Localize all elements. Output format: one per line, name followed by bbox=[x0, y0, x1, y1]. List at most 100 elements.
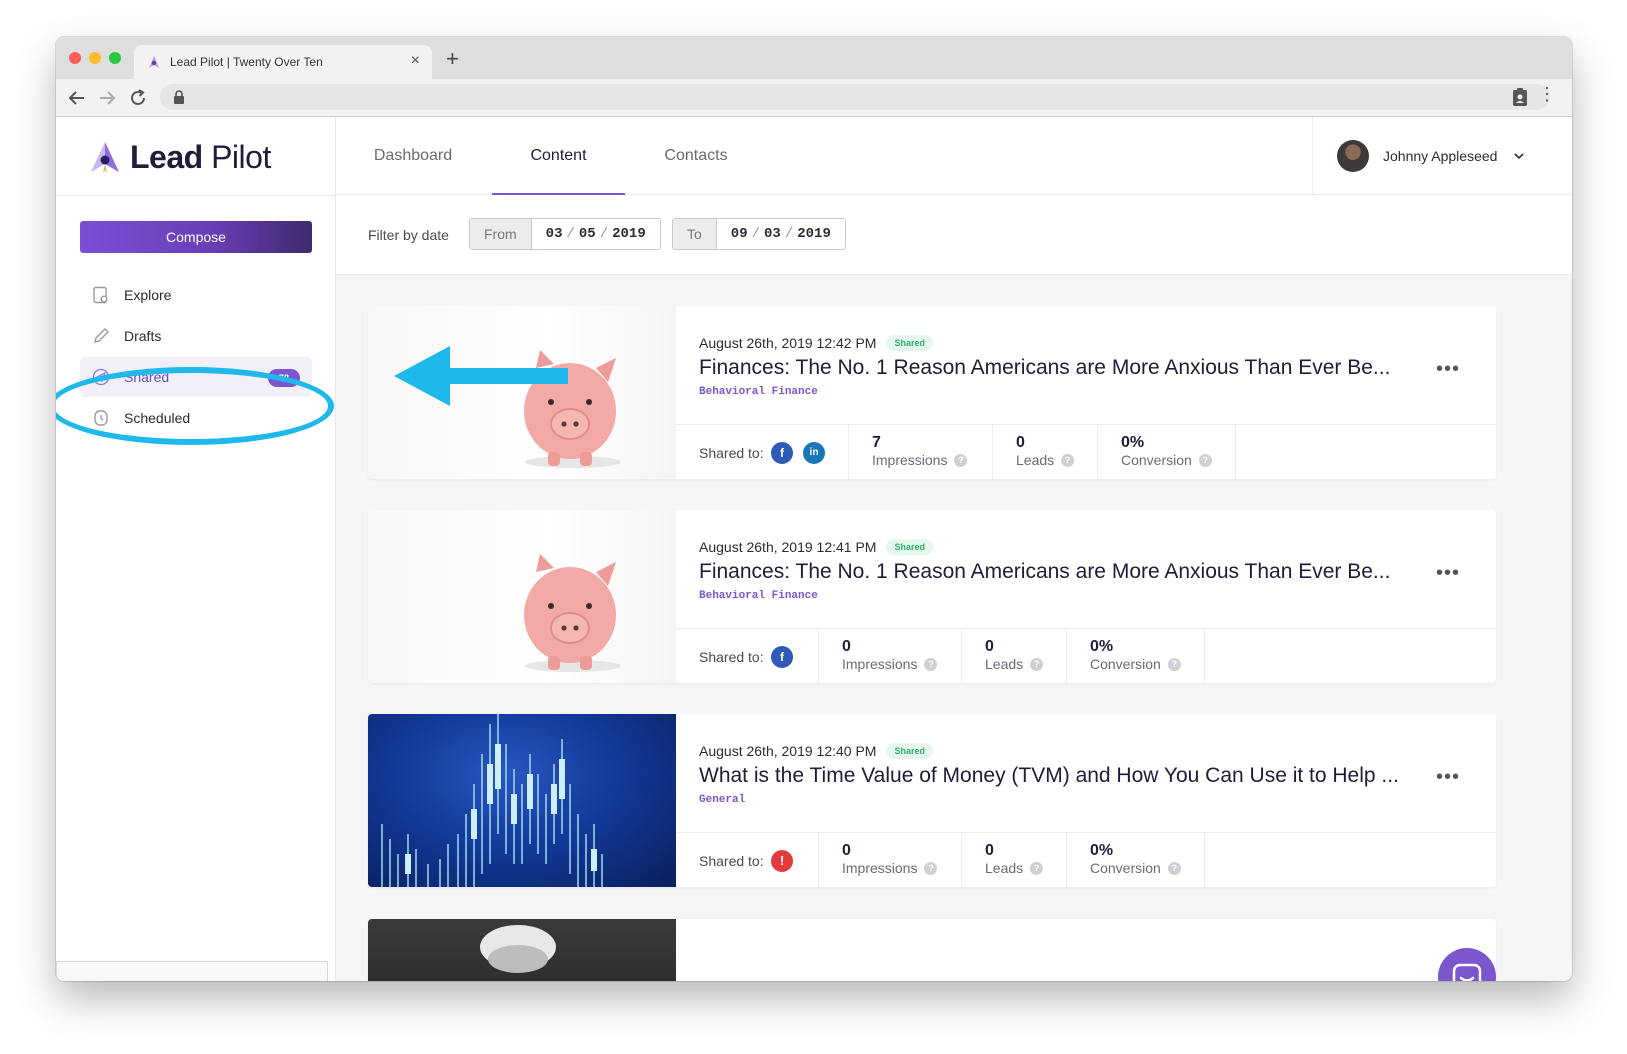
top-navigation: Dashboard Content Contacts Johnny Apples… bbox=[336, 117, 1572, 195]
send-icon bbox=[92, 368, 110, 386]
zoom-window-button[interactable] bbox=[109, 52, 121, 64]
arrow-annotation-icon bbox=[394, 346, 568, 406]
shared-to-label: Shared to: bbox=[699, 445, 764, 461]
impressions-stat: 0 Impressions? bbox=[818, 833, 938, 887]
post-card[interactable]: August 26th, 2019 12:42 PM Shared Financ… bbox=[368, 306, 1496, 479]
reload-icon[interactable] bbox=[129, 89, 147, 107]
lock-icon bbox=[174, 90, 184, 104]
minimize-window-button[interactable] bbox=[89, 52, 101, 64]
help-icon[interactable]: ? bbox=[1167, 657, 1181, 671]
post-thumbnail[interactable] bbox=[368, 306, 676, 479]
linkedin-icon[interactable]: in bbox=[803, 442, 825, 464]
conversion-value: 0% bbox=[1121, 434, 1145, 451]
help-icon[interactable]: ? bbox=[1030, 657, 1044, 671]
chat-icon bbox=[1452, 963, 1482, 981]
help-icon[interactable]: ? bbox=[1198, 453, 1212, 467]
error-icon[interactable]: ! bbox=[771, 850, 793, 872]
post-thumbnail[interactable] bbox=[368, 714, 676, 887]
help-icon[interactable]: ? bbox=[1061, 453, 1075, 467]
explore-icon bbox=[93, 286, 108, 304]
facebook-icon[interactable]: f bbox=[771, 442, 793, 464]
leads-stat: 0 Leads? bbox=[992, 425, 1075, 479]
help-icon[interactable]: ? bbox=[924, 657, 938, 671]
sidebar-footer-bar bbox=[56, 961, 328, 981]
clipboard-extension-icon[interactable] bbox=[1512, 87, 1528, 107]
post-category[interactable]: Behavioral Finance bbox=[699, 590, 818, 602]
conversion-stat: 0% Conversion? bbox=[1066, 629, 1181, 683]
close-window-button[interactable] bbox=[69, 52, 81, 64]
new-tab-button[interactable]: + bbox=[446, 46, 459, 72]
from-date-value[interactable]: 03/05/2019 bbox=[532, 219, 660, 249]
post-body: August 26th, 2019 12:42 PM Shared Financ… bbox=[676, 306, 1496, 479]
facebook-icon[interactable]: f bbox=[771, 646, 793, 668]
post-title[interactable]: Finances: The No. 1 Reason Americans are… bbox=[699, 356, 1419, 380]
help-icon[interactable]: ? bbox=[954, 453, 968, 467]
address-bar: ⋮ bbox=[56, 79, 1572, 117]
post-thumbnail[interactable] bbox=[368, 919, 676, 981]
leads-stat: 0 Leads? bbox=[961, 833, 1044, 887]
date-filter-bar: Filter by date From 03/05/2019 To 09/03/… bbox=[336, 195, 1572, 275]
help-icon[interactable]: ? bbox=[924, 861, 938, 875]
sidebar-item-label: Scheduled bbox=[124, 410, 191, 426]
conversion-value: 0% bbox=[1090, 842, 1114, 859]
tab-close-icon[interactable]: × bbox=[411, 52, 420, 70]
sidebar-item-shared[interactable]: Shared 78 bbox=[80, 357, 312, 397]
more-options-icon[interactable]: ••• bbox=[1436, 358, 1460, 381]
from-label: From bbox=[470, 219, 532, 249]
stats-divider bbox=[1204, 629, 1205, 683]
help-icon[interactable]: ? bbox=[1167, 861, 1181, 875]
shared-to-label: Shared to: bbox=[699, 649, 764, 665]
url-input[interactable] bbox=[160, 84, 1550, 110]
sidebar-item-label: Drafts bbox=[124, 328, 162, 344]
sidebar-item-drafts[interactable]: Drafts bbox=[80, 316, 312, 356]
conversion-value: 0% bbox=[1090, 638, 1114, 655]
tab-contacts[interactable]: Contacts bbox=[646, 117, 746, 195]
lead-pilot-logo[interactable]: Lead Pilot bbox=[88, 137, 271, 177]
post-date: August 26th, 2019 12:42 PM bbox=[699, 335, 877, 351]
post-title[interactable]: Finances: The No. 1 Reason Americans are… bbox=[699, 560, 1419, 584]
help-icon[interactable]: ? bbox=[1030, 861, 1044, 875]
chevron-down-icon bbox=[1514, 153, 1525, 160]
status-badge: Shared bbox=[886, 335, 933, 351]
browser-tab[interactable]: Lead Pilot | Twenty Over Ten × bbox=[134, 45, 432, 79]
from-date-input[interactable]: From 03/05/2019 bbox=[469, 218, 661, 250]
conversion-stat: 0% Conversion? bbox=[1066, 833, 1181, 887]
browser-menu-icon[interactable]: ⋮ bbox=[1538, 84, 1556, 105]
to-date-value[interactable]: 09/03/2019 bbox=[717, 219, 845, 249]
post-card[interactable] bbox=[368, 919, 1496, 981]
post-stats: Shared to: ! 0 Impressions? 0 Leads? 0% bbox=[676, 832, 1496, 887]
to-label: To bbox=[673, 219, 717, 249]
leads-label: Leads? bbox=[1016, 452, 1075, 468]
sidebar-item-explore[interactable]: Explore bbox=[80, 275, 312, 315]
post-card[interactable]: August 26th, 2019 12:40 PM Shared What i… bbox=[368, 714, 1496, 887]
leads-value: 0 bbox=[985, 638, 994, 655]
sidebar-item-label: Shared bbox=[124, 369, 170, 385]
forward-arrow-icon[interactable] bbox=[98, 89, 116, 107]
tab-content[interactable]: Content bbox=[492, 117, 625, 195]
browser-tab-bar: Lead Pilot | Twenty Over Ten × + bbox=[56, 37, 1572, 79]
impressions-label: Impressions? bbox=[842, 656, 938, 672]
post-category[interactable]: General bbox=[699, 794, 745, 806]
back-arrow-icon[interactable] bbox=[68, 89, 86, 107]
to-date-input[interactable]: To 09/03/2019 bbox=[672, 218, 846, 250]
conversion-stat: 0% Conversion? bbox=[1097, 425, 1212, 479]
sidebar-item-scheduled[interactable]: Scheduled bbox=[80, 398, 312, 438]
pencil-icon bbox=[94, 328, 109, 343]
impressions-value: 7 bbox=[872, 434, 881, 451]
post-category[interactable]: Behavioral Finance bbox=[699, 386, 818, 398]
tab-dashboard[interactable]: Dashboard bbox=[358, 117, 468, 195]
user-menu[interactable]: Johnny Appleseed bbox=[1312, 117, 1572, 195]
post-stats: Shared to: f in 7 Impressions? 0 Leads? … bbox=[676, 424, 1496, 479]
more-options-icon[interactable]: ••• bbox=[1436, 562, 1460, 585]
post-card[interactable]: August 26th, 2019 12:41 PM Shared Financ… bbox=[368, 510, 1496, 683]
lead-pilot-favicon-icon bbox=[149, 56, 159, 68]
avatar bbox=[1337, 140, 1369, 172]
leads-label: Leads? bbox=[985, 656, 1044, 672]
post-title[interactable]: What is the Time Value of Money (TVM) an… bbox=[699, 764, 1419, 788]
browser-window: Lead Pilot | Twenty Over Ten × + ⋮ Lead … bbox=[56, 37, 1572, 981]
stats-divider bbox=[1204, 833, 1205, 887]
post-thumbnail[interactable] bbox=[368, 510, 676, 683]
leads-stat: 0 Leads? bbox=[961, 629, 1044, 683]
compose-button[interactable]: Compose bbox=[80, 221, 312, 253]
more-options-icon[interactable]: ••• bbox=[1436, 766, 1460, 789]
